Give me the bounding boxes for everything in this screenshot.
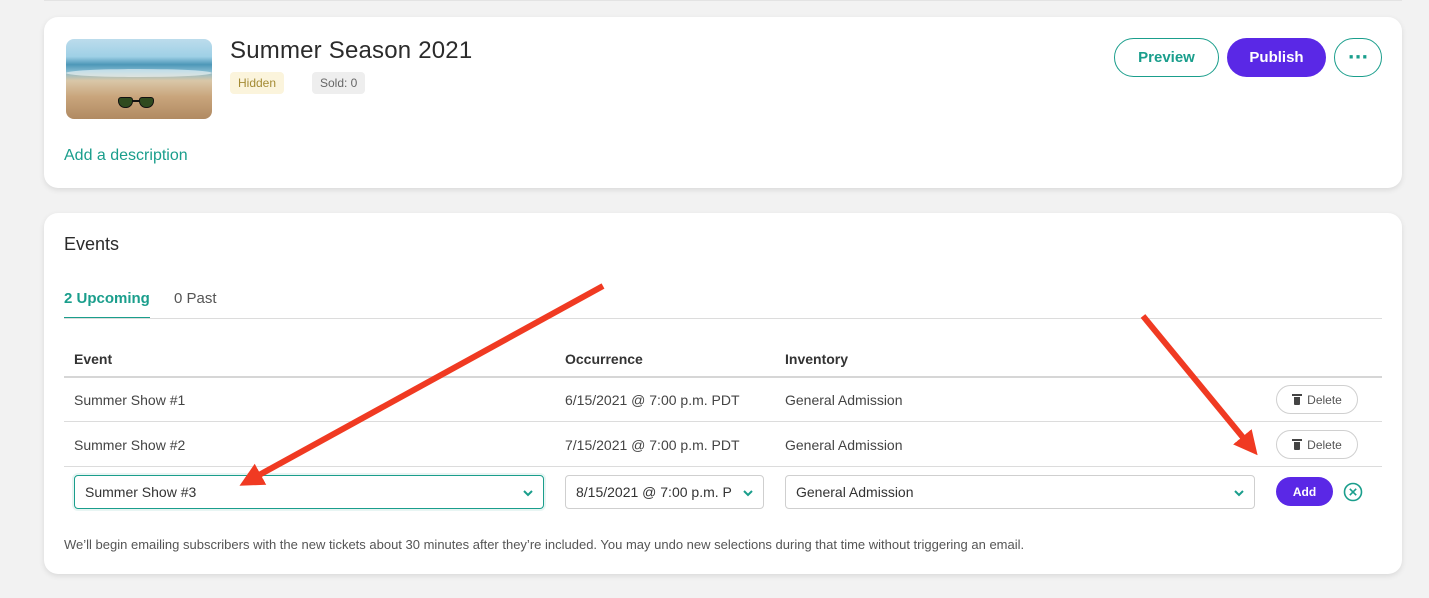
- table-header-divider: [64, 376, 1382, 378]
- event-name: Summer Show #1: [74, 392, 186, 408]
- row-divider: [64, 421, 1382, 422]
- top-divider: [44, 0, 1402, 1]
- delete-label: Delete: [1307, 392, 1342, 407]
- event-name: Summer Show #2: [74, 437, 186, 453]
- status-badge-hidden: Hidden: [230, 72, 285, 94]
- sold-count-badge: Sold: 0: [312, 72, 366, 94]
- season-thumbnail[interactable]: [66, 39, 212, 119]
- inventory-value: General Admission: [785, 392, 903, 408]
- tab-upcoming[interactable]: 2 Upcoming: [64, 290, 150, 319]
- delete-button[interactable]: Delete: [1276, 430, 1358, 459]
- chevron-down-icon: [1234, 490, 1244, 497]
- column-header-event: Event: [74, 351, 113, 367]
- column-header-occurrence: Occurrence: [565, 351, 643, 367]
- delete-button[interactable]: Delete: [1276, 385, 1358, 414]
- page-title: Summer Season 2021: [230, 37, 473, 64]
- event-select[interactable]: Summer Show #3: [74, 475, 544, 509]
- trash-icon: [1292, 394, 1303, 405]
- publish-button[interactable]: Publish: [1227, 38, 1326, 77]
- delete-label: Delete: [1307, 437, 1342, 452]
- row-divider: [64, 466, 1382, 467]
- add-button[interactable]: Add: [1276, 477, 1333, 506]
- inventory-select-value: General Admission: [796, 484, 914, 500]
- chevron-down-icon: [523, 490, 533, 497]
- thumbnail-wave: [66, 69, 212, 77]
- occurrence-value: 7/15/2021 @ 7:00 p.m. PDT: [565, 437, 740, 453]
- sunglasses-image: [118, 97, 156, 109]
- more-options-button[interactable]: ···: [1334, 38, 1382, 77]
- trash-icon: [1292, 439, 1303, 450]
- close-circle-icon[interactable]: [1343, 482, 1363, 502]
- events-card: Events 2 Upcoming 0 Past Event Occurrenc…: [44, 213, 1402, 574]
- events-heading: Events: [64, 234, 120, 254]
- tabs-divider: [64, 318, 1382, 319]
- occurrence-value: 6/15/2021 @ 7:00 p.m. PDT: [565, 392, 740, 408]
- inventory-select[interactable]: General Admission: [785, 475, 1255, 509]
- column-header-inventory: Inventory: [785, 351, 849, 367]
- event-select-value: Summer Show #3: [85, 484, 197, 500]
- tab-past[interactable]: 0 Past: [174, 290, 217, 307]
- preview-button[interactable]: Preview: [1114, 38, 1219, 77]
- inventory-value: General Admission: [785, 437, 903, 453]
- chevron-down-icon: [743, 490, 753, 497]
- season-header-card: Summer Season 2021 Hidden Sold: 0 Add a …: [44, 17, 1402, 188]
- occurrence-select-value: 8/15/2021 @ 7:00 p.m. PDT: [576, 484, 733, 500]
- occurrence-select[interactable]: 8/15/2021 @ 7:00 p.m. PDT: [565, 475, 764, 509]
- add-description-link[interactable]: Add a description: [64, 147, 188, 165]
- ellipsis-icon: ···: [1347, 46, 1369, 68]
- email-notice: We’ll begin emailing subscribers with th…: [64, 537, 1025, 552]
